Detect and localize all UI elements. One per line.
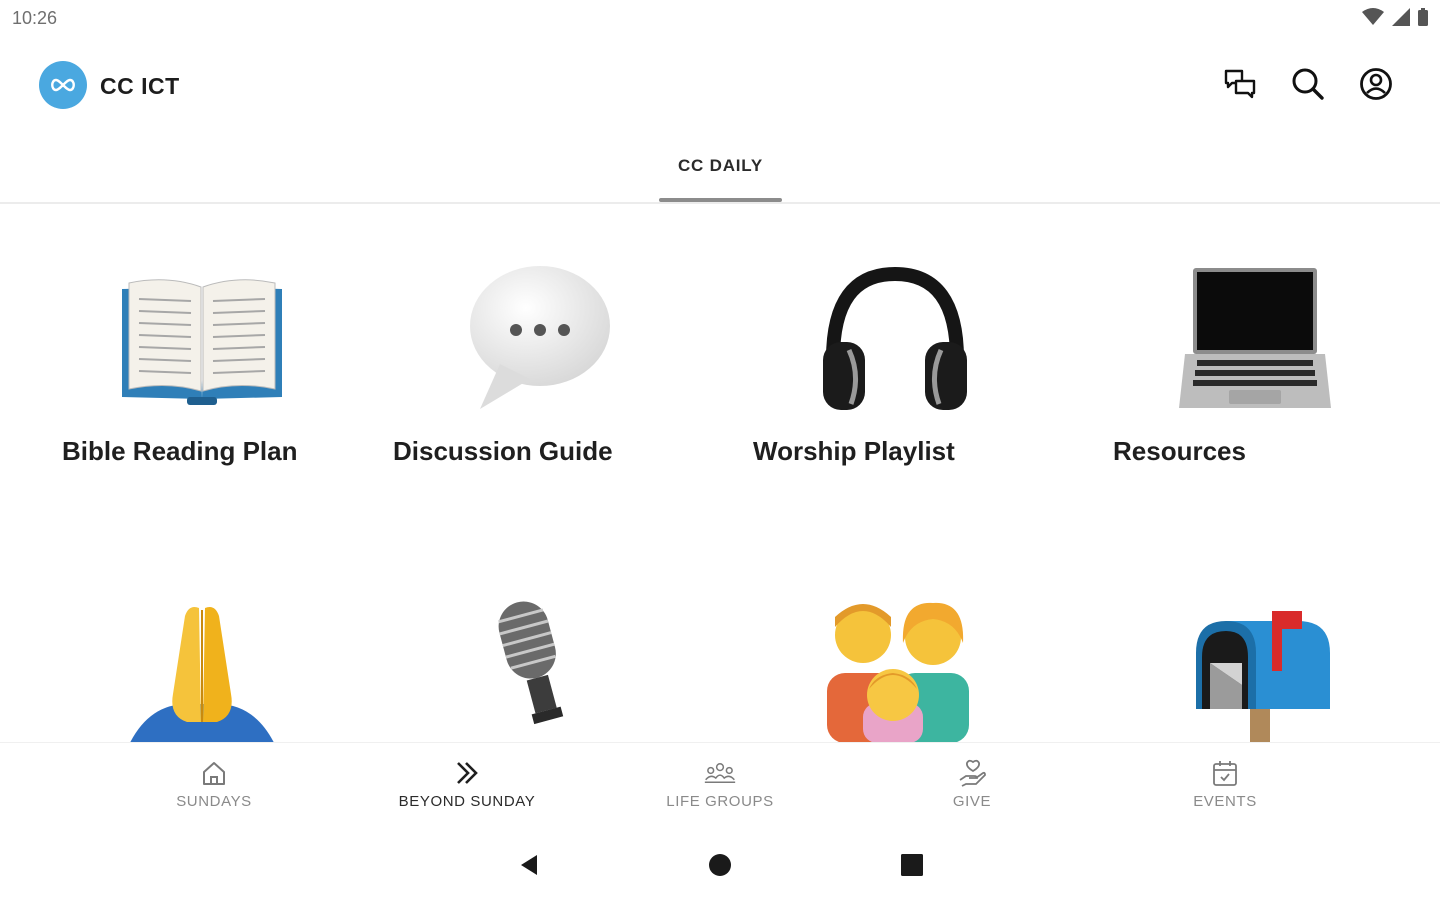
nav-item-beyond-sunday[interactable]: BEYOND SUNDAY <box>367 757 567 827</box>
nav-label: EVENTS <box>1193 793 1257 810</box>
account-button[interactable] <box>1356 64 1396 104</box>
tab-indicator <box>659 198 782 202</box>
search-button[interactable] <box>1288 64 1328 104</box>
app-bar-actions <box>1220 64 1396 104</box>
nav-item-give[interactable]: GIVE <box>872 757 1072 827</box>
account-circle-icon <box>1360 68 1392 100</box>
tile-grid: Bible Reading Plan Discussion Guide Wors… <box>0 204 1440 742</box>
open-book-icon <box>117 264 287 414</box>
tile-podcast[interactable] <box>360 584 660 742</box>
back-button[interactable] <box>514 850 544 880</box>
group-icon <box>704 757 736 789</box>
tile-discussion-guide[interactable]: Discussion Guide <box>360 204 660 504</box>
nav-label: LIFE GROUPS <box>666 793 774 810</box>
nav-label: BEYOND SUNDAY <box>398 793 536 810</box>
status-time: 10:26 <box>12 8 58 28</box>
laptop-icon <box>1170 262 1340 412</box>
tab-cc-daily[interactable]: CC DAILY <box>659 130 782 202</box>
back-triangle-icon <box>521 855 537 875</box>
microphone-icon <box>450 594 620 742</box>
app-title: CC ICT <box>100 73 180 99</box>
infinity-logo-icon <box>51 78 75 92</box>
tab-bar: CC DAILY <box>0 130 1440 204</box>
search-icon <box>1292 68 1324 100</box>
app-logo[interactable] <box>39 61 87 109</box>
status-bar: 10:26 <box>0 0 1440 40</box>
recents-button[interactable] <box>897 850 927 880</box>
tile-prayer[interactable] <box>0 584 300 742</box>
nav-label: GIVE <box>952 793 992 810</box>
double-chevron-icon <box>451 757 483 789</box>
status-icons <box>1362 8 1428 26</box>
tile-label: Resources <box>1113 436 1246 466</box>
wifi-icon <box>1362 8 1384 25</box>
tile-label: Worship Playlist <box>753 436 955 466</box>
family-icon <box>810 592 980 742</box>
app-bar: CC ICT <box>0 40 1440 130</box>
bottom-nav: SUNDAYS BEYOND SUNDAY LIFE GROUPS GIVE E… <box>0 742 1440 831</box>
recents-square-icon <box>901 854 923 876</box>
cell-signal-icon <box>1392 8 1410 26</box>
nav-item-life-groups[interactable]: LIFE GROUPS <box>620 757 820 827</box>
tile-label: Bible Reading Plan <box>62 436 298 466</box>
calendar-icon <box>1209 757 1241 789</box>
system-nav-bar <box>0 830 1440 900</box>
praying-hands-icon <box>117 594 287 742</box>
mailbox-icon <box>1180 604 1350 742</box>
speech-bubble-icon <box>450 264 620 414</box>
battery-icon <box>1418 8 1428 26</box>
nav-item-sundays[interactable]: SUNDAYS <box>114 757 314 827</box>
nav-label: SUNDAYS <box>176 793 252 810</box>
tile-label: Discussion Guide <box>393 436 613 466</box>
tile-family[interactable] <box>720 584 1020 742</box>
chat-button[interactable] <box>1220 64 1260 104</box>
headphones-icon <box>810 264 980 414</box>
home-system-button[interactable] <box>705 850 735 880</box>
tile-worship-playlist[interactable]: Worship Playlist <box>720 204 1020 504</box>
home-icon <box>198 757 230 789</box>
tile-bible-reading-plan[interactable]: Bible Reading Plan <box>0 204 300 504</box>
tile-resources[interactable]: Resources <box>1080 204 1380 504</box>
give-hand-icon <box>956 757 988 789</box>
tile-mailbox[interactable] <box>1080 584 1380 742</box>
chat-icon <box>1224 69 1256 99</box>
home-circle-icon <box>709 854 731 876</box>
nav-item-events[interactable]: EVENTS <box>1125 757 1325 827</box>
